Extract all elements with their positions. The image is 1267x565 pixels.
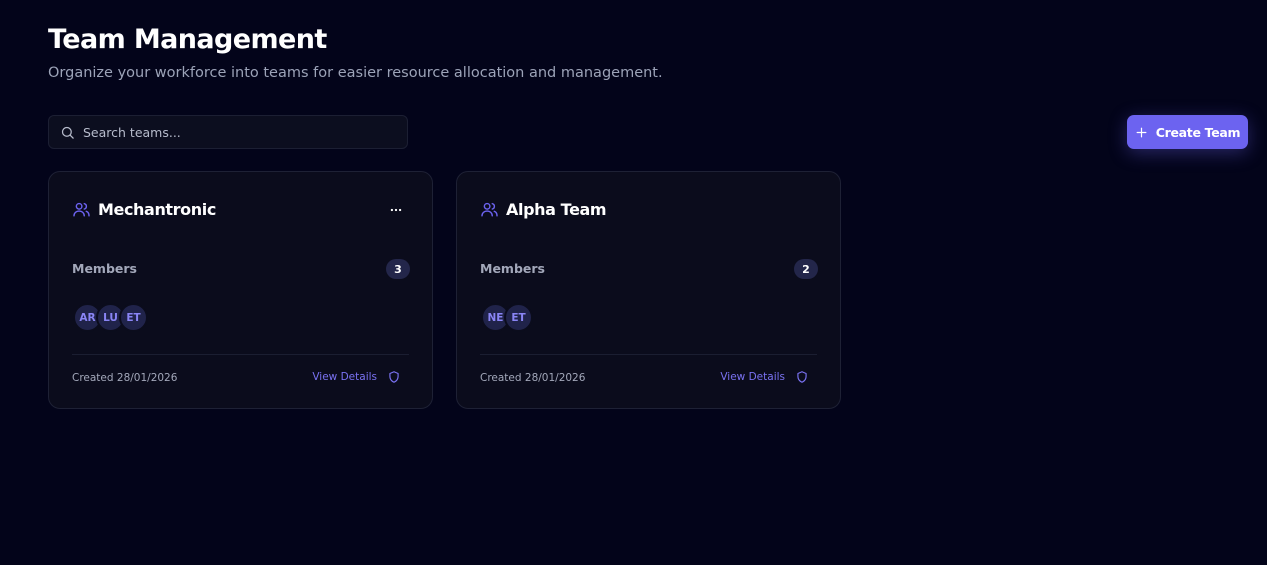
search-input[interactable] [83, 124, 383, 140]
team-card-header: Mechantronic [72, 200, 216, 219]
shield-icon [797, 371, 807, 383]
avatar[interactable]: ET [119, 303, 148, 332]
card-divider [480, 354, 817, 355]
team-management-page: Team Management Organize your workforce … [0, 0, 1267, 565]
search-icon [61, 126, 74, 139]
shield-icon [389, 371, 399, 383]
team-name: Alpha Team [506, 200, 607, 219]
members-label: Members [480, 261, 545, 276]
created-date: Created 28/01/2026 [72, 372, 178, 384]
members-label: Members [72, 261, 137, 276]
view-details-link[interactable]: View Details [720, 370, 809, 384]
create-team-button[interactable]: Create Team [1127, 115, 1248, 149]
view-details-label: View Details [312, 371, 377, 383]
card-divider [72, 354, 409, 355]
member-count-badge: 2 [794, 259, 818, 279]
team-card[interactable]: Alpha Team Members 2 NE ET Created 28/01… [456, 171, 841, 409]
created-date: Created 28/01/2026 [480, 372, 586, 384]
view-details-link[interactable]: View Details [312, 370, 401, 384]
page-title: Team Management [48, 24, 327, 55]
member-avatars: AR LU ET [73, 303, 148, 332]
users-icon [481, 202, 498, 217]
team-card[interactable]: Mechantronic Members 3 AR LU ET Created … [48, 171, 433, 409]
page-subtitle: Organize your workforce into teams for e… [48, 65, 663, 81]
plus-icon [1136, 127, 1147, 137]
member-avatars: NE ET [481, 303, 533, 332]
member-count-badge: 3 [386, 259, 410, 279]
view-details-label: View Details [720, 371, 785, 383]
avatar[interactable]: ET [504, 303, 533, 332]
more-horizontal-icon [390, 208, 402, 212]
search-box[interactable] [48, 115, 408, 149]
team-card-header: Alpha Team [480, 200, 607, 219]
team-name: Mechantronic [98, 200, 216, 219]
users-icon [73, 202, 90, 217]
create-team-label: Create Team [1155, 124, 1241, 140]
more-options-button[interactable] [388, 202, 404, 218]
